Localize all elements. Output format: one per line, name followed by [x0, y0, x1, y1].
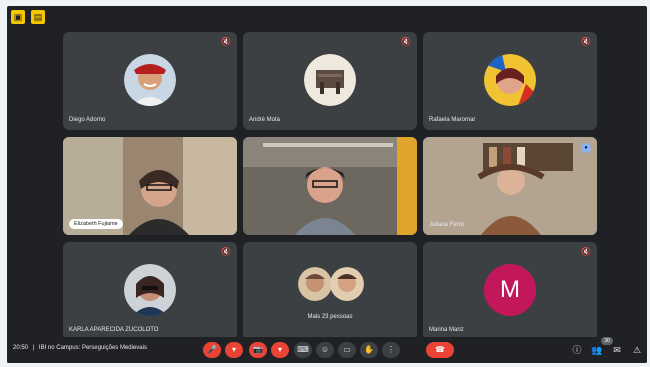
activities-icon[interactable]: ⚠	[631, 344, 643, 356]
present-button[interactable]: ▭	[338, 342, 356, 358]
chip-label: Elizabeth Fujiame	[74, 221, 118, 227]
tile-rafaela[interactable]: 🔇 Rafaela Maromar	[423, 32, 597, 130]
mic-off-icon: 🔇	[401, 37, 411, 46]
more-options-button[interactable]: ⋮	[382, 342, 400, 358]
reactions-button[interactable]: ☺	[316, 342, 334, 358]
meeting-title: IBI no Campus: Perseguições Medievais	[38, 345, 147, 351]
avatar-letter: M	[500, 276, 520, 303]
participant-name: Rafaela Maromar	[429, 117, 476, 123]
participant-name: André Mota	[249, 117, 281, 123]
avatar	[298, 267, 332, 301]
camera-toggle-button[interactable]: 📷	[249, 342, 267, 358]
participant-name: KARLA APARECIDA ZUCOLOTO	[69, 327, 159, 333]
participant-name: Juliana Ferro	[429, 222, 465, 228]
meeting-info: 20:50 | IBI no Campus: Perseguições Medi…	[13, 345, 147, 351]
meeting-time: 20:50	[13, 345, 29, 351]
tile-elizabeth[interactable]: Elizabeth Fujiame	[63, 137, 237, 235]
tile-andre[interactable]: 🔇 André Mota	[243, 32, 417, 130]
mic-toggle-button[interactable]: 🎤	[203, 342, 221, 358]
tile-more-people[interactable]: Mais 23 pessoas	[243, 242, 417, 340]
info-icon[interactable]: ⓘ	[571, 344, 583, 356]
meeting-toolbar: 20:50 | IBI no Campus: Perseguições Medi…	[7, 337, 647, 363]
more-people-label: Mais 23 pessoas	[307, 314, 353, 320]
mic-off-icon: 🔇	[581, 247, 591, 256]
camera-options-button[interactable]: ▾	[271, 342, 289, 358]
participant-name: Marina Manz	[429, 327, 464, 333]
chat-icon[interactable]: ✉	[611, 344, 623, 356]
tile-speaker[interactable]	[243, 137, 417, 235]
tile-karla[interactable]: 🔇 KARLA APARECIDA ZUCOLOTO	[63, 242, 237, 340]
meeting-stage: ▣ ▤ 🔇 Diego Adorno 🔇 André Mota 🔇 Rafael…	[7, 6, 647, 363]
speaking-indicator-icon: ●	[581, 143, 591, 153]
participant-name: Diego Adorno	[69, 117, 106, 123]
captions-button[interactable]: ⌨	[294, 342, 312, 358]
leave-call-button[interactable]: ☎	[426, 342, 454, 358]
video-feed	[243, 137, 417, 235]
avatar	[124, 264, 176, 316]
tile-marina[interactable]: 🔇 M Marina Manz	[423, 242, 597, 340]
avatar	[330, 267, 364, 301]
avatar	[484, 54, 536, 106]
window-icon-1[interactable]: ▣	[11, 10, 25, 24]
video-feed	[423, 137, 597, 235]
avatar	[304, 54, 356, 106]
raise-hand-button[interactable]: ✋	[360, 342, 378, 358]
avatar	[124, 54, 176, 106]
avatar-initial: M	[484, 264, 536, 316]
mic-options-button[interactable]: ▾	[225, 342, 243, 358]
tile-juliana[interactable]: ● Juliana Ferro	[423, 137, 597, 235]
mic-off-icon: 🔇	[221, 37, 231, 46]
window-icon-2[interactable]: ▤	[31, 10, 45, 24]
tile-diego[interactable]: 🔇 Diego Adorno	[63, 32, 237, 130]
participant-name-chip: Elizabeth Fujiame	[69, 219, 123, 229]
mic-off-icon: 🔇	[581, 37, 591, 46]
people-icon[interactable]: 👥	[591, 344, 603, 356]
mic-off-icon: 🔇	[221, 247, 231, 256]
separator: |	[32, 345, 35, 351]
